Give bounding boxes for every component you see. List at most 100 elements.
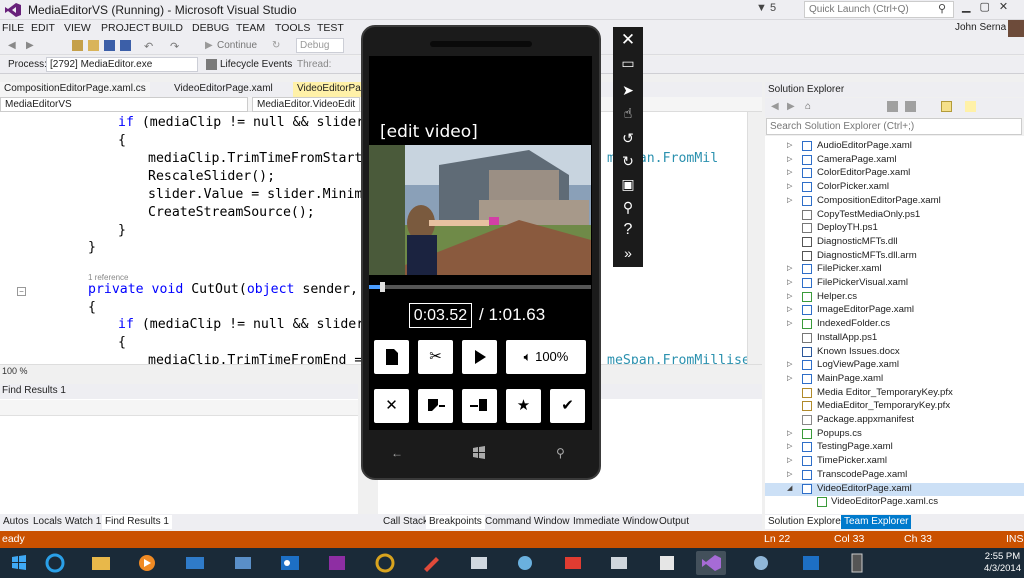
zoom-level[interactable]: 100 % — [2, 366, 28, 376]
tab-call-stack[interactable]: Call Stack — [380, 515, 431, 529]
collapsed-arrow-icon[interactable]: ▷ — [787, 196, 792, 204]
expanded-arrow-icon[interactable]: ◢ — [787, 484, 792, 492]
tree-item[interactable]: VideoEditorPage.xaml.cs — [765, 496, 1024, 509]
lifecycle-events-button[interactable]: Lifecycle Events — [220, 59, 292, 70]
tree-item[interactable]: ▷ ImageEditorPage.xaml — [765, 304, 1024, 317]
phone-search-icon[interactable]: ⚲ — [556, 446, 565, 460]
refresh-icon[interactable]: ↻ — [272, 40, 283, 51]
tree-item[interactable]: ▷ TimePicker.xaml — [765, 455, 1024, 468]
tab-video-editor-xaml[interactable]: VideoEditorPage.xaml — [170, 82, 280, 97]
app-icon[interactable] — [228, 551, 258, 575]
tab-watch-1[interactable]: Watch 1 — [62, 515, 104, 529]
outlook-icon[interactable] — [275, 551, 305, 575]
search-icon[interactable]: ⚲ — [938, 2, 946, 15]
app-icon-2[interactable] — [464, 551, 494, 575]
phone-start-icon[interactable] — [472, 446, 486, 463]
codelens-references[interactable]: 1 reference — [88, 273, 128, 282]
tree-item[interactable]: DiagnosticMFTs.dll — [765, 236, 1024, 249]
back-icon[interactable]: ◀ — [771, 101, 782, 112]
solution-search-input[interactable]: Search Solution Explorer (Ctrl+;) — [766, 118, 1022, 135]
favorite-button[interactable]: ★ — [506, 389, 541, 423]
menu-tools[interactable]: TOOLS — [275, 22, 310, 34]
pointer-icon[interactable]: ➤ — [618, 80, 638, 100]
collapsed-arrow-icon[interactable]: ▷ — [787, 155, 792, 163]
tab-breakpoints[interactable]: Breakpoints — [426, 515, 485, 529]
tree-item[interactable]: Media Editor_TemporaryKey.pfx — [765, 387, 1024, 400]
tree-item[interactable]: ▷ TranscodePage.xaml — [765, 469, 1024, 482]
refresh-icon[interactable] — [905, 101, 916, 112]
collapsed-arrow-icon[interactable]: ▷ — [787, 442, 792, 450]
process-dropdown[interactable]: [2792] MediaEditor.exe — [46, 57, 198, 72]
nav-forward-icon[interactable]: ▶ — [26, 40, 37, 51]
media-player-icon[interactable] — [132, 551, 162, 575]
video-progress-track[interactable] — [369, 285, 591, 289]
collapsed-arrow-icon[interactable]: ▷ — [787, 168, 792, 176]
menu-view[interactable]: VIEW — [64, 22, 91, 34]
video-preview[interactable] — [369, 145, 591, 275]
collapsed-arrow-icon[interactable]: ▷ — [787, 141, 792, 149]
continue-button[interactable]: Continue — [217, 40, 257, 51]
menu-team[interactable]: TEAM — [236, 22, 265, 34]
tree-item[interactable]: ▷ FilePicker.xaml — [765, 263, 1024, 276]
redo-icon[interactable]: ↷ — [170, 40, 181, 53]
tree-item[interactable]: ▷ MainPage.xaml — [765, 373, 1024, 386]
menu-test[interactable]: TEST — [317, 22, 344, 34]
collapsed-arrow-icon[interactable]: ▷ — [787, 470, 792, 478]
volume-button[interactable]: 🔈︎ 100% — [506, 340, 586, 374]
editor-vertical-scrollbar[interactable] — [747, 112, 762, 364]
minimize-icon[interactable]: ▭ — [618, 53, 638, 73]
paint-net-icon[interactable] — [746, 551, 776, 575]
collapsed-arrow-icon[interactable]: ▷ — [787, 305, 792, 313]
user-name[interactable]: John Serna — [955, 22, 1006, 33]
phone-emulator-taskbar-icon[interactable] — [842, 551, 872, 575]
rotate-right-icon[interactable]: ↻ — [618, 151, 638, 171]
trim-start-button[interactable] — [418, 389, 453, 423]
configuration-dropdown[interactable]: Debug — [296, 38, 344, 53]
menu-edit[interactable]: EDIT — [31, 22, 55, 34]
collapsed-arrow-icon[interactable]: ▷ — [787, 264, 792, 272]
user-avatar[interactable] — [1008, 20, 1024, 37]
tree-item[interactable]: ▷ AudioEditorPage.xaml — [765, 140, 1024, 153]
tree-item[interactable]: DiagnosticMFTs.dll.arm — [765, 250, 1024, 263]
tree-item[interactable]: ▷ LogViewPage.xaml — [765, 359, 1024, 372]
tree-item[interactable]: ▷ FilePickerVisual.xaml — [765, 277, 1024, 290]
fit-to-screen-icon[interactable]: ▣ — [618, 174, 638, 194]
tree-item[interactable]: ▷ TestingPage.xaml — [765, 441, 1024, 454]
trim-end-button[interactable] — [462, 389, 497, 423]
tab-output[interactable]: Output — [656, 515, 692, 529]
continue-icon[interactable]: ▶ — [205, 40, 216, 51]
tab-command-window[interactable]: Command Window — [482, 515, 572, 529]
tree-item[interactable]: MediaEditor_TemporaryKey.pfx — [765, 400, 1024, 413]
internet-explorer-icon-2[interactable] — [370, 551, 400, 575]
menu-project[interactable]: PROJECT — [101, 22, 150, 34]
tree-item[interactable]: ◢ VideoEditorPage.xaml — [765, 482, 1024, 496]
window-controls[interactable]: ▁▢✕ — [962, 0, 1017, 13]
paint-icon[interactable] — [416, 551, 446, 575]
rotate-left-icon[interactable]: ↺ — [618, 128, 638, 148]
preview-icon[interactable] — [965, 101, 976, 112]
menu-debug[interactable]: DEBUG — [192, 22, 229, 34]
tab-locals[interactable]: Locals — [30, 515, 65, 529]
collapsed-arrow-icon[interactable]: ▷ — [787, 278, 792, 286]
play-button[interactable] — [462, 340, 497, 374]
phone-back-icon[interactable]: ← — [391, 446, 403, 460]
nav-back-icon[interactable]: ◀ — [8, 40, 19, 51]
tree-item[interactable]: ▷ CompositionEditorPage.xaml — [765, 195, 1024, 208]
lync-icon[interactable] — [796, 551, 826, 575]
save-icon[interactable] — [104, 40, 115, 51]
collapsed-arrow-icon[interactable]: ▷ — [787, 360, 792, 368]
collapse-toggle-icon[interactable]: − — [17, 287, 26, 296]
undo-icon[interactable]: ↶ — [144, 40, 155, 53]
visual-studio-taskbar-icon[interactable] — [696, 551, 726, 575]
tree-item[interactable]: InstallApp.ps1 — [765, 332, 1024, 345]
tab-video-editor-active[interactable]: VideoEditorPage... — [293, 82, 380, 97]
tree-item[interactable]: DeployTH.ps1 — [765, 222, 1024, 235]
tab-immediate-window[interactable]: Immediate Window — [570, 515, 661, 529]
remote-desktop-icon[interactable] — [180, 551, 210, 575]
tab-find-results-1[interactable]: Find Results 1 — [102, 515, 172, 529]
tree-item[interactable]: ▷ Popups.cs — [765, 428, 1024, 441]
collapsed-arrow-icon[interactable]: ▷ — [787, 456, 792, 464]
project-dropdown[interactable]: MediaEditorVS — [0, 97, 248, 112]
collapsed-arrow-icon[interactable]: ▷ — [787, 429, 792, 437]
file-explorer-icon[interactable] — [86, 551, 116, 575]
